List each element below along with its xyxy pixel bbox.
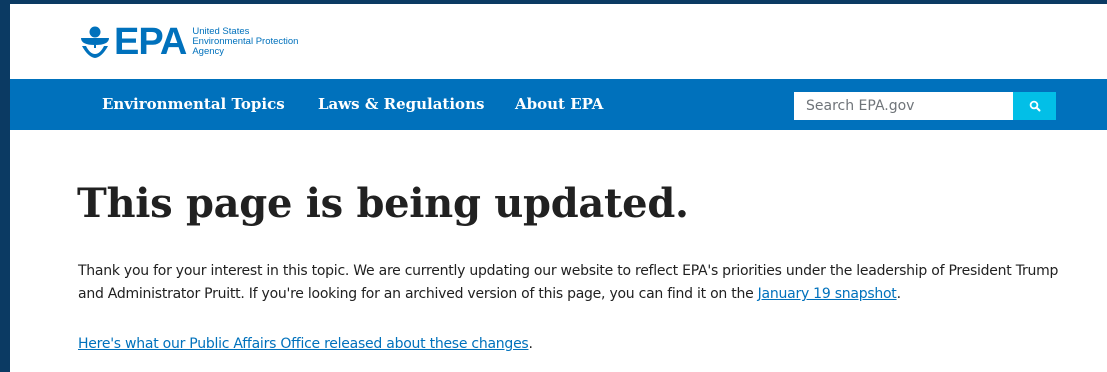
- epa-logo[interactable]: EPA United States Environmental Protecti…: [78, 22, 298, 62]
- main-navigation: Environmental Topics Laws & Regulations …: [10, 79, 1107, 130]
- main-content: This page is being updated. Thank you fo…: [10, 130, 1107, 372]
- nav-laws-regulations[interactable]: Laws & Regulations: [318, 95, 484, 113]
- public-affairs-paragraph: Here's what our Public Affairs Office re…: [78, 333, 1078, 356]
- browser-page: EPA United States Environmental Protecti…: [10, 4, 1107, 372]
- nav-about-epa[interactable]: About EPA: [515, 95, 603, 113]
- intro-text: Thank you for your interest in this topi…: [78, 263, 1059, 302]
- nav-environmental-topics[interactable]: Environmental Topics: [102, 95, 285, 113]
- logo-line-3: Agency: [192, 46, 225, 57]
- search-button[interactable]: [1013, 92, 1056, 120]
- public-affairs-period: .: [528, 336, 533, 352]
- intro-period: .: [896, 286, 901, 302]
- site-header: EPA United States Environmental Protecti…: [10, 4, 1107, 79]
- public-affairs-link[interactable]: Here's what our Public Affairs Office re…: [78, 336, 529, 352]
- january-19-snapshot-link[interactable]: January 19 snapshot: [758, 286, 897, 302]
- intro-paragraph: Thank you for your interest in this topi…: [78, 260, 1078, 306]
- logo-wordmark: EPA: [114, 21, 187, 63]
- search-icon: [1029, 100, 1040, 112]
- search-input[interactable]: [794, 92, 1013, 120]
- logo-agency-name: United States Environmental Protection A…: [192, 27, 298, 57]
- epa-flower-icon: [81, 26, 109, 58]
- page-title: This page is being updated.: [77, 180, 689, 227]
